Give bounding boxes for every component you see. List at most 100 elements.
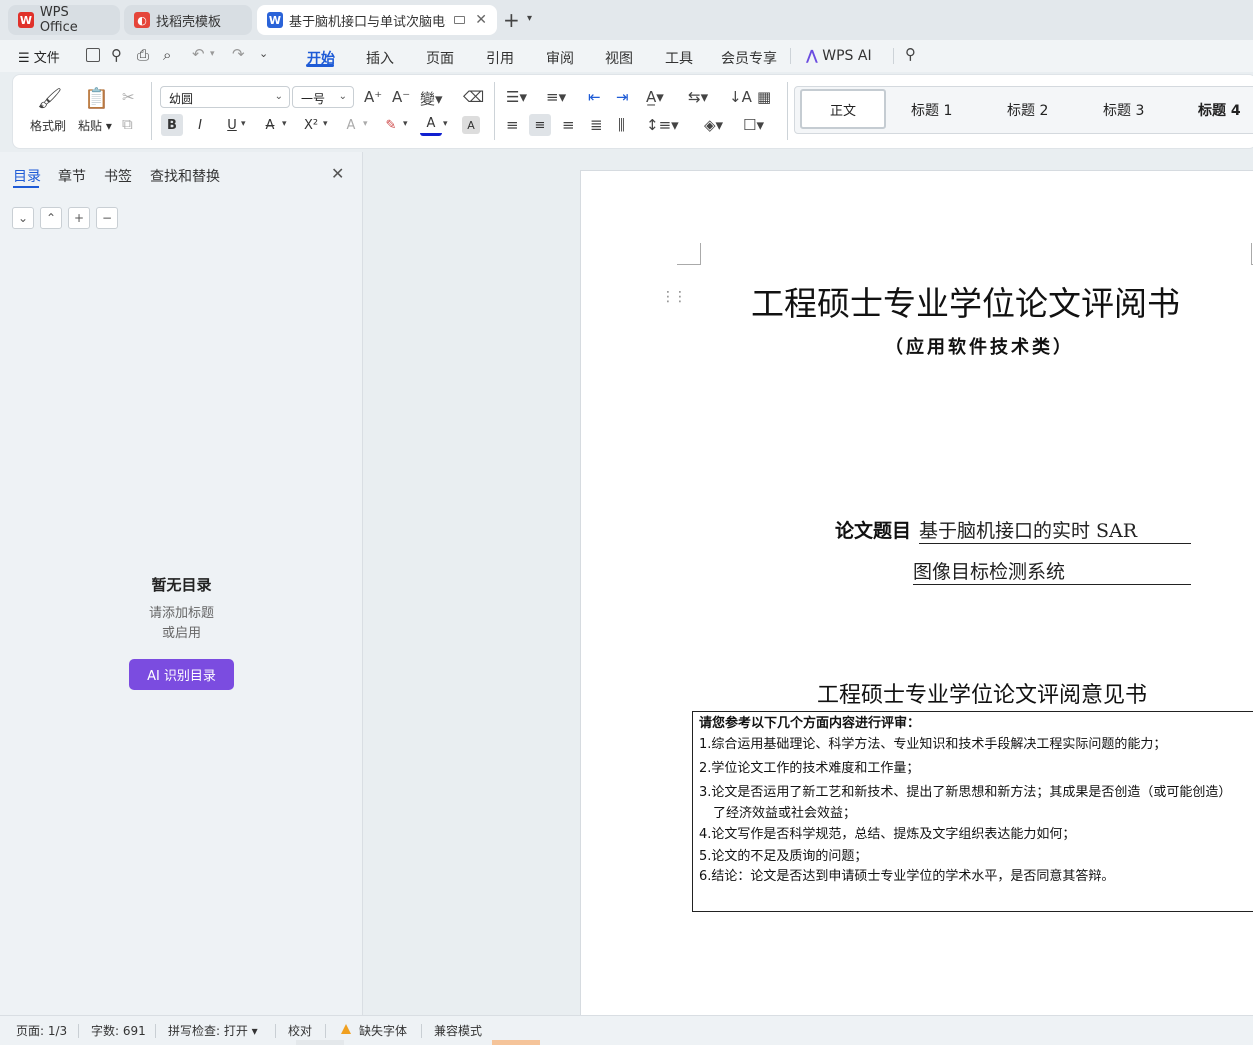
tab-sections[interactable]: 章节 bbox=[58, 166, 86, 186]
format-painter-icon[interactable]: 🖌 bbox=[37, 86, 62, 110]
bold-button[interactable]: B bbox=[161, 114, 183, 136]
clear-format-icon[interactable]: ⌫ bbox=[463, 88, 484, 106]
chevron-down-icon[interactable]: ▾ bbox=[363, 119, 368, 129]
chevron-down-icon[interactable]: ▾ bbox=[527, 13, 532, 24]
close-panel-icon[interactable]: ✕ bbox=[331, 164, 344, 183]
decrease-indent-icon[interactable]: ⇤ bbox=[588, 88, 601, 106]
menu-page[interactable]: 页面 bbox=[426, 48, 454, 68]
style-heading-4[interactable]: 标题 4 bbox=[1198, 100, 1241, 120]
collapse-up-button[interactable]: ⌃ bbox=[40, 207, 62, 229]
word-count[interactable]: 字数: 691 bbox=[91, 1022, 146, 1039]
paste-label[interactable]: 粘贴 ▾ bbox=[78, 117, 112, 134]
justify-icon[interactable]: ≣ bbox=[590, 116, 603, 134]
increase-font-icon[interactable]: A⁺ bbox=[364, 88, 382, 106]
font-color-button[interactable]: A bbox=[420, 114, 442, 136]
ai-detect-toc-button[interactable]: AI 识别目录 bbox=[129, 659, 234, 690]
align-right-icon[interactable]: ≡ bbox=[562, 116, 575, 134]
numbered-list-icon[interactable]: ≡▾ bbox=[546, 88, 566, 106]
missing-font-button[interactable]: 缺失字体 bbox=[359, 1022, 407, 1039]
paste-icon[interactable]: 📋 bbox=[84, 86, 109, 110]
key-icon[interactable]: ⚲ bbox=[111, 46, 122, 64]
character-shading-button[interactable]: A bbox=[462, 116, 480, 134]
chevron-down-icon[interactable]: ▾ bbox=[323, 119, 328, 129]
print-icon[interactable]: ⎙ bbox=[137, 46, 149, 64]
menu-member[interactable]: 会员专享 bbox=[721, 48, 777, 68]
file-menu[interactable]: ☰ 文件 bbox=[18, 47, 60, 66]
strikethrough-button[interactable]: A bbox=[259, 114, 281, 136]
sort-icon[interactable]: ⇆▾ bbox=[688, 88, 708, 106]
superscript-button[interactable]: X² bbox=[300, 114, 322, 136]
tab-bookmarks[interactable]: 书签 bbox=[104, 166, 132, 186]
line-spacing-icon[interactable]: ↕≡▾ bbox=[646, 116, 679, 134]
shading-icon[interactable]: ◈▾ bbox=[704, 116, 723, 134]
drag-handle-icon[interactable]: ⋮⋮ bbox=[661, 289, 687, 305]
tab-label: WPS Office bbox=[39, 5, 78, 35]
format-painter-label[interactable]: 格式刷 bbox=[30, 117, 66, 134]
style-heading-1[interactable]: 标题 1 bbox=[911, 100, 952, 120]
more-chevron-icon[interactable]: ⌄ bbox=[259, 47, 268, 60]
remove-heading-button[interactable]: − bbox=[96, 207, 118, 229]
menu-view[interactable]: 视图 bbox=[605, 48, 633, 68]
bullet-list-icon[interactable]: ☰▾ bbox=[506, 88, 527, 106]
review-heading: 工程硕士专业学位论文评阅意见书 bbox=[817, 683, 1148, 708]
tab-toc[interactable]: 目录 bbox=[13, 166, 41, 186]
menu-review[interactable]: 审阅 bbox=[546, 48, 574, 68]
chevron-down-icon[interactable]: ▾ bbox=[443, 119, 448, 129]
document-area[interactable]: ⋮⋮ 工程硕士专业学位论文评阅书 （应用软件技术类） 论文题目 基于脑机接口的实… bbox=[364, 152, 1253, 1015]
chevron-down-icon[interactable]: ▾ bbox=[241, 119, 246, 129]
chevron-down-icon[interactable]: ▾ bbox=[282, 119, 287, 129]
divider bbox=[275, 1024, 276, 1038]
underline-button[interactable]: U bbox=[221, 114, 243, 136]
style-normal[interactable]: 正文 bbox=[800, 89, 886, 129]
expand-down-button[interactable]: ⌄ bbox=[12, 207, 34, 229]
tab-docer-templates[interactable]: ◐ 找稻壳模板 bbox=[124, 5, 252, 35]
decrease-font-icon[interactable]: A⁻ bbox=[392, 88, 410, 106]
chevron-down-icon[interactable]: ▾ bbox=[403, 119, 408, 129]
divider bbox=[494, 82, 495, 140]
menu-tools[interactable]: 工具 bbox=[665, 48, 693, 68]
font-size-select[interactable]: 一号 ⌄ bbox=[292, 86, 354, 108]
phonetic-guide-icon[interactable]: 變▾ bbox=[420, 88, 443, 109]
table-border-icon[interactable]: ▦ bbox=[757, 88, 771, 106]
align-center-button[interactable]: ≡ bbox=[529, 114, 551, 136]
undo-arrow-icon[interactable]: ▾ bbox=[210, 49, 215, 59]
print-preview-icon[interactable]: ⌕ bbox=[163, 46, 171, 64]
wps-ai-menu[interactable]: ⋀ WPS AI bbox=[806, 48, 872, 64]
spell-check-toggle[interactable]: 拼写检查: 打开 ▾ bbox=[168, 1022, 258, 1039]
italic-button[interactable]: I bbox=[189, 114, 211, 136]
menu-references[interactable]: 引用 bbox=[486, 48, 514, 68]
increase-indent-icon[interactable]: ⇥ bbox=[616, 88, 629, 106]
close-tab-icon[interactable]: ✕ bbox=[475, 12, 487, 28]
font-name-select[interactable]: 幼圆 ⌄ bbox=[160, 86, 290, 108]
undo-icon[interactable]: ↶ bbox=[192, 45, 205, 63]
search-icon[interactable]: ⚲ bbox=[905, 45, 916, 63]
warning-icon bbox=[341, 1024, 351, 1034]
highlight-button[interactable]: ✎ bbox=[380, 114, 402, 136]
redo-icon[interactable]: ↷ bbox=[232, 45, 245, 63]
save-icon[interactable] bbox=[86, 48, 100, 62]
screen-icon[interactable] bbox=[454, 16, 466, 24]
cut-icon[interactable]: ✂ bbox=[122, 88, 135, 106]
menu-insert[interactable]: 插入 bbox=[366, 48, 394, 68]
style-heading-2[interactable]: 标题 2 bbox=[1007, 100, 1048, 120]
tab-wps-office[interactable]: W WPS Office bbox=[8, 5, 120, 35]
copy-icon[interactable]: ⧉ bbox=[122, 115, 133, 133]
criteria-item: 3.论文是否运用了新工艺和新技术、提出了新思想和新方法；其成果是否创造（或可能创… bbox=[699, 785, 1232, 800]
add-heading-button[interactable]: + bbox=[68, 207, 90, 229]
page-indicator[interactable]: 页面: 1/3 bbox=[16, 1022, 67, 1039]
align-left-icon[interactable]: ≡ bbox=[506, 116, 519, 134]
text-direction-icon[interactable]: A̲▾ bbox=[646, 88, 664, 106]
proofread-button[interactable]: 校对 bbox=[288, 1022, 312, 1039]
distributed-icon[interactable]: ⫼ bbox=[618, 116, 625, 134]
style-heading-3[interactable]: 标题 3 bbox=[1103, 100, 1144, 120]
new-tab-icon[interactable]: + bbox=[503, 8, 520, 32]
active-menu-underline bbox=[306, 64, 334, 67]
tab-document[interactable]: W 基于脑机接口与单试次脑电分 ✕ bbox=[257, 5, 497, 35]
tab-find-replace[interactable]: 查找和替换 bbox=[150, 166, 220, 186]
borders-icon[interactable]: ☐▾ bbox=[743, 116, 764, 134]
compatibility-mode[interactable]: 兼容模式 bbox=[434, 1022, 482, 1039]
sort-az-icon[interactable]: ↓A bbox=[729, 88, 752, 106]
text-effect-button[interactable]: A bbox=[340, 114, 362, 136]
divider bbox=[787, 82, 788, 140]
document-page[interactable]: ⋮⋮ 工程硕士专业学位论文评阅书 （应用软件技术类） 论文题目 基于脑机接口的实… bbox=[580, 170, 1253, 1015]
